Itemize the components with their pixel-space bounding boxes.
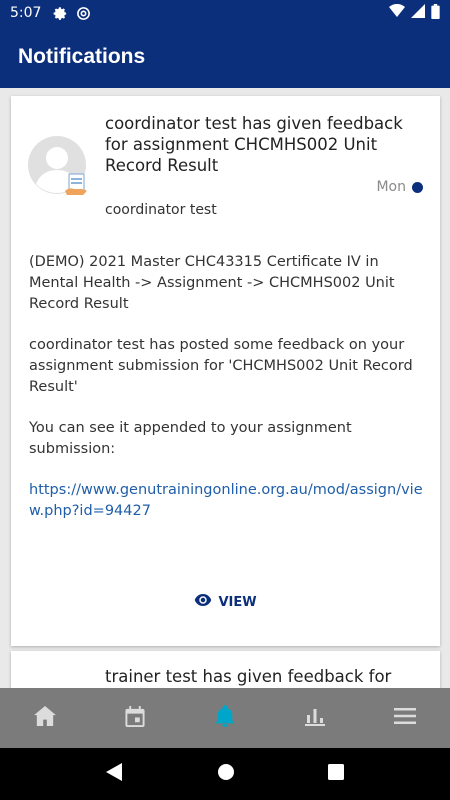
bell-icon [215,705,235,731]
notification-instruction: You can see it appended to your assignme… [29,420,352,457]
back-icon[interactable] [106,763,124,785]
tab-notifications[interactable] [180,688,270,748]
avatar [28,136,90,198]
notification-card[interactable]: coordinator test has given feedback for … [11,96,440,646]
calendar-icon [125,705,145,731]
menu-icon [394,708,416,728]
battery-icon [431,3,440,23]
unread-indicator [412,181,423,193]
notification-title: coordinator test has given feedback for … [105,114,403,175]
notifications-list[interactable]: coordinator test has given feedback for … [0,88,450,688]
notification-sender: coordinator test [105,202,217,218]
view-button[interactable]: VIEW [11,594,440,610]
wifi-icon [389,3,405,22]
page-title: Notifications [18,45,146,68]
tab-home[interactable] [0,688,90,748]
tab-menu[interactable] [360,688,450,748]
gear-icon [53,6,68,21]
home-icon [34,706,56,730]
notification-course-path: (DEMO) 2021 Master CHC43315 Certificate … [29,254,395,312]
notification-link[interactable]: https://www.genutrainingonline.org.au/mo… [29,480,427,522]
notification-date-row: Mon [376,179,423,195]
eye-icon [194,594,212,610]
app-bar: Notifications [0,26,450,88]
notification-message: coordinator test has posted some feedbac… [29,337,413,395]
chart-icon [305,706,325,730]
at-sign-icon [76,6,91,21]
view-button-label: VIEW [218,594,257,610]
bottom-tab-bar [0,688,450,748]
tab-calendar[interactable] [90,688,180,748]
system-nav-bar [0,748,450,800]
home-circle-icon[interactable] [217,763,235,785]
tab-grades[interactable] [270,688,360,748]
notification-title: trainer test has given feedback for [105,667,392,686]
notification-date: Mon [376,179,406,195]
status-bar: 5:07 [0,0,450,26]
signal-icon [411,4,425,22]
status-time: 5:07 [10,5,42,21]
notification-card[interactable]: trainer test has given feedback for [11,651,440,688]
recents-icon[interactable] [327,764,344,784]
